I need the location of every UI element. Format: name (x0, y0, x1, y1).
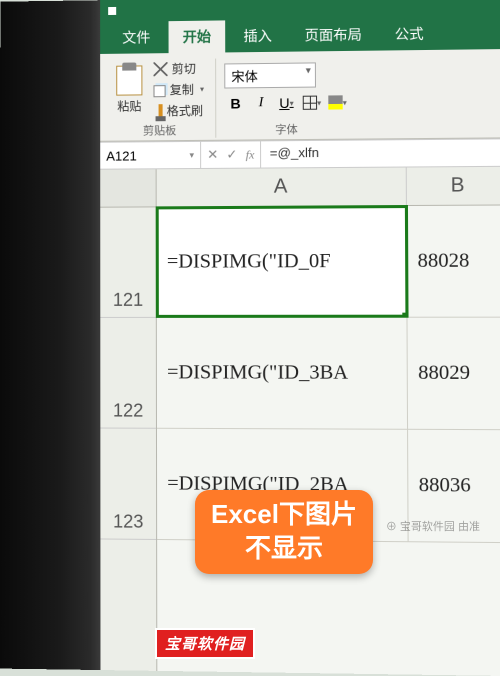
row-header-122[interactable]: 122 (100, 318, 156, 429)
font-group-label: 字体 (275, 121, 298, 137)
copy-button[interactable]: 复制▾ (150, 80, 207, 100)
cut-label: 剪切 (172, 60, 196, 77)
clipboard-icon (116, 65, 142, 95)
tab-layout[interactable]: 页面布局 (290, 18, 376, 51)
cell-a122[interactable]: =DISPIMG("ID_3BA (157, 318, 408, 429)
format-painter-button[interactable]: 格式刷 (150, 101, 207, 121)
copy-label: 复制 (170, 81, 194, 98)
scissors-icon (153, 62, 167, 76)
tab-home[interactable]: 开始 (169, 20, 226, 53)
annotation-bubble: Excel下图片 不显示 (195, 490, 373, 574)
tab-insert[interactable]: 插入 (229, 20, 286, 53)
clipboard-group: 粘贴 剪切 复制▾ 格式刷 剪贴板 (104, 59, 216, 139)
watermark-badge: 宝哥软件园 (155, 628, 255, 659)
cut-button[interactable]: 剪切 (150, 59, 207, 79)
row-headers: 121 122 123 (100, 169, 157, 671)
accept-formula-icon[interactable]: ✓ (226, 147, 237, 163)
border-button[interactable] (301, 92, 324, 114)
formula-bar-row: A121 ✕ ✓ fx =@_xlfn (100, 138, 500, 169)
tab-formula[interactable]: 公式 (380, 18, 438, 51)
worksheet: 121 122 123 A B =DISPIMG("ID_0F 88028 =D… (100, 167, 500, 676)
source-watermark: ⊕ 宝哥软件园 由准 (386, 518, 480, 534)
brush-icon (159, 104, 163, 118)
border-icon (303, 96, 317, 110)
font-group: 宋体 B I U 字体 (216, 57, 357, 138)
italic-button[interactable]: I (250, 92, 272, 114)
table-row: =DISPIMG("ID_3BA 88029 (157, 318, 500, 431)
excel-window: 文件 开始 插入 页面布局 公式 粘贴 剪切 复制▾ 格式刷 剪贴板 宋体 B … (100, 0, 500, 676)
row-header-121[interactable]: 121 (100, 207, 156, 318)
cancel-formula-icon[interactable]: ✕ (207, 147, 218, 163)
formula-buttons: ✕ ✓ fx (201, 141, 262, 168)
select-all-corner[interactable] (100, 169, 155, 207)
table-row: =DISPIMG("ID_0F 88028 (157, 205, 500, 317)
clipboard-group-label: 剪贴板 (143, 122, 176, 138)
ribbon: 粘贴 剪切 复制▾ 格式刷 剪贴板 宋体 B I U 字体 (100, 49, 500, 142)
app-icon (108, 7, 116, 15)
col-header-b[interactable]: B (407, 167, 500, 205)
paste-label: 粘贴 (117, 97, 141, 114)
paste-button[interactable]: 粘贴 (112, 63, 146, 116)
copy-icon (153, 85, 165, 97)
font-name-select[interactable]: 宋体 (224, 62, 316, 88)
fx-icon[interactable]: fx (246, 147, 255, 162)
col-header-a[interactable]: A (157, 168, 407, 207)
cell-b121[interactable]: 88028 (407, 205, 500, 316)
cell-a121[interactable]: =DISPIMG("ID_0F (157, 206, 408, 317)
row-header-123[interactable]: 123 (100, 429, 156, 540)
monitor-bezel (0, 0, 100, 670)
formula-bar[interactable]: =@_xlfn (262, 139, 500, 167)
name-box[interactable]: A121 (100, 142, 201, 169)
cell-b122[interactable]: 88029 (407, 318, 500, 430)
tab-file[interactable]: 文件 (108, 21, 164, 54)
fill-button[interactable] (326, 91, 349, 113)
painter-label: 格式刷 (167, 102, 203, 119)
ribbon-tabs: 文件 开始 插入 页面布局 公式 (100, 17, 500, 54)
bold-button[interactable]: B (224, 92, 246, 114)
fill-icon (328, 95, 342, 109)
column-headers: A B (157, 167, 500, 208)
underline-button[interactable]: U (275, 92, 298, 114)
